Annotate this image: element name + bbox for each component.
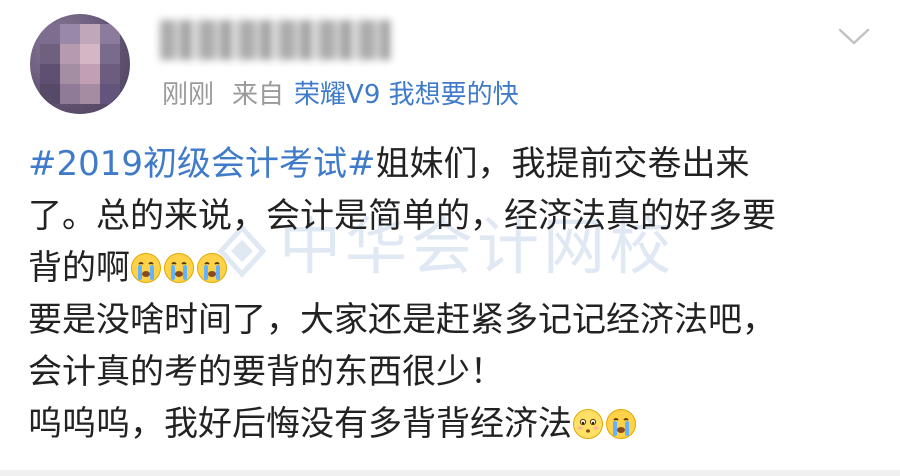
avatar-pixel: [100, 44, 120, 64]
avatar-pixel: [80, 84, 100, 104]
avatar-pixel: [40, 24, 60, 44]
content-text: 背的啊: [28, 248, 130, 288]
avatar-pixel: [40, 64, 60, 84]
sad-emoji-icon: [573, 409, 603, 439]
post-meta: 刚刚 来自 荣耀V9 我想要的快: [162, 78, 519, 112]
content-line-6: 呜呜呜，我好后悔没有多背背经济法: [28, 398, 888, 450]
device-link[interactable]: 荣耀V9 我想要的快: [294, 80, 519, 110]
content-line-3: 背的啊: [28, 242, 888, 294]
avatar-pixel: [60, 64, 80, 84]
bottom-divider: [0, 470, 900, 476]
crying-emoji-icon: [131, 253, 161, 283]
content-line-4: 要是没啥时间了，大家还是赶紧多记记经济法吧，: [28, 300, 776, 340]
post-content: #2019初级会计考试#姐妹们，我提前交卷出来 了。总的来说，会计是简单的，经济…: [28, 138, 888, 450]
avatar-pixel: [100, 64, 120, 84]
avatar-pixel: [80, 24, 100, 44]
source-prefix: 来自: [232, 80, 285, 110]
avatar-pixel: [100, 24, 120, 44]
avatar-pixel: [40, 84, 60, 104]
post-time: 刚刚: [162, 80, 215, 110]
crying-emoji-icon: [164, 253, 194, 283]
avatar-pixel: [40, 44, 60, 64]
crying-emoji-icon: [606, 409, 636, 439]
avatar-pixel: [80, 44, 100, 64]
crying-emoji-icon: [197, 253, 227, 283]
content-text: 姐妹们，我提前交卷出来: [375, 144, 750, 184]
chevron-down-icon[interactable]: [836, 24, 872, 48]
content-line-1: #2019初级会计考试#姐妹们，我提前交卷出来: [28, 138, 888, 190]
avatar-pixel: [100, 84, 120, 104]
avatar[interactable]: [30, 14, 130, 114]
avatar-pixel: [60, 24, 80, 44]
hashtag-link[interactable]: #2019初级会计考试#: [28, 144, 376, 184]
avatar-pixel: [60, 44, 80, 64]
content-line-2: 了。总的来说，会计是简单的，经济法真的好多要: [28, 196, 776, 236]
content-text: 呜呜呜，我好后悔没有多背背经济法: [28, 404, 572, 444]
content-line-5: 会计真的考的要背的东西很少！: [28, 352, 504, 392]
avatar-pixel: [80, 64, 100, 84]
username-blurred[interactable]: [160, 20, 390, 60]
avatar-pixel: [60, 84, 80, 104]
